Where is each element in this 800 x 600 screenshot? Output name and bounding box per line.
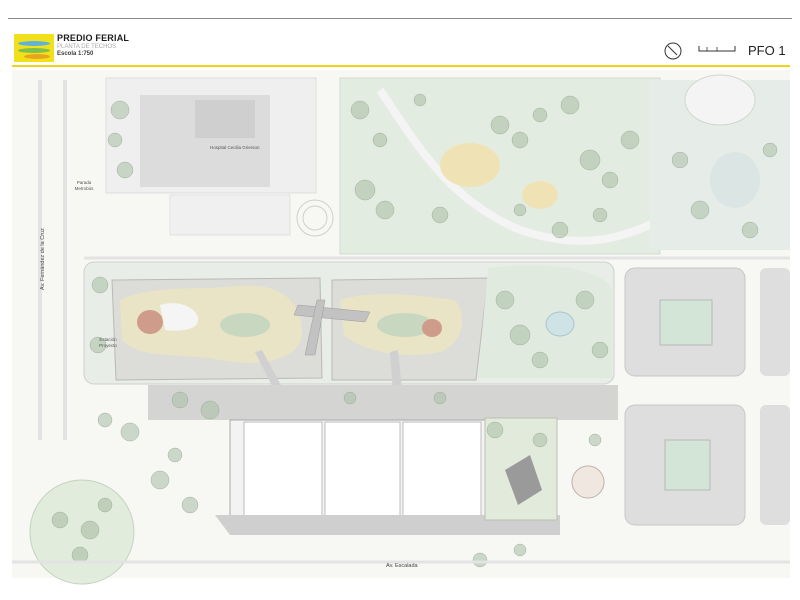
- av-fernandez-label: Av. Fernández de la Cruz: [40, 228, 46, 290]
- parada-label: Parada Metrobús: [74, 180, 94, 191]
- site-plan: [12, 70, 790, 585]
- av-escalada-label: Av. Escalada: [386, 563, 418, 569]
- hospital-label: Hospital Cecilia Grierson: [210, 145, 260, 150]
- estacion-label: Estación Proyecto: [99, 337, 117, 348]
